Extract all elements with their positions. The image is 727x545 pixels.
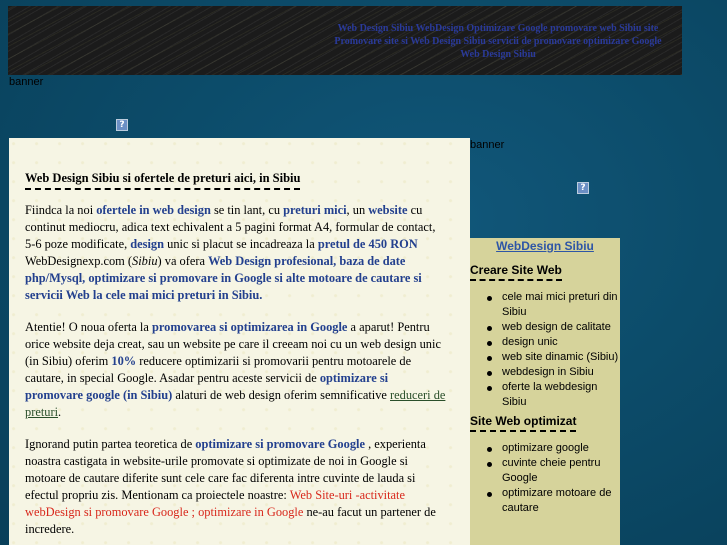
list-item: optimizare motoare de cautare	[487, 486, 620, 516]
link-web-design-offers[interactable]: ofertele in web design	[96, 203, 211, 217]
list-item: design unic	[487, 335, 620, 350]
link-optimization-google[interactable]: optimizare si promovare Google	[195, 437, 365, 451]
list-item: cuvinte cheie pentru Google	[487, 456, 620, 486]
paragraph-experience: Ignorand putin partea teoretica de optim…	[25, 436, 448, 538]
sidebar-list: cele mai mici preturi din Sibiu web desi…	[470, 290, 620, 410]
text: WebDesignexp.com (	[25, 254, 133, 268]
header-links: Web Design Sibiu WebDesign Optimizare Go…	[298, 22, 698, 61]
price-highlight: pretul de 450 RON	[317, 237, 418, 251]
broken-image-icon: ?	[577, 182, 589, 194]
text-italic: Sibiu	[132, 254, 158, 268]
text: Ignorand putin partea teoretica de	[25, 437, 196, 451]
paragraph-offer: Fiindca la noi ofertele in web design se…	[25, 202, 448, 304]
header-link-1[interactable]: Web Design Sibiu	[338, 23, 414, 34]
sidebar-heading: Creare Site Web	[470, 263, 562, 281]
sidebar-heading: Site Web optimizat	[470, 414, 577, 432]
sidebar-title-link[interactable]: WebDesign Sibiu	[470, 239, 620, 254]
page-title: Web Design Sibiu si ofertele de preturi …	[25, 170, 301, 190]
link-website[interactable]: website	[368, 203, 407, 217]
text: ) va ofera	[157, 254, 209, 268]
list-item: web design de calitate	[487, 320, 620, 335]
header-link-2[interactable]: WebDesign Optimizare Google promovare we…	[416, 23, 659, 34]
broken-image-icon: ?	[116, 119, 128, 131]
text: .	[58, 405, 62, 419]
sidebar-section-create: Creare Site Web cele mai mici preturi di…	[470, 263, 620, 410]
text: , un	[346, 203, 369, 217]
text: se tin lant, cu	[210, 203, 284, 217]
paragraph-promo: Atentie! O noua oferta la promovarea si …	[25, 319, 448, 421]
text: Fiindca la noi	[25, 203, 97, 217]
list-item: optimizare google	[487, 441, 620, 456]
sidebar: WebDesign Sibiu Creare Site Web cele mai…	[470, 238, 620, 545]
banner-alt-text-1: banner	[9, 76, 44, 88]
link-design[interactable]: design	[130, 237, 164, 251]
list-item: cele mai mici preturi din Sibiu	[487, 290, 620, 320]
text: alaturi de web design oferim semnificati…	[172, 388, 391, 402]
list-item: web site dinamic (Sibiu)	[487, 351, 619, 363]
header-link-4[interactable]: Web Design Sibiu	[460, 49, 536, 60]
link-low-prices[interactable]: preturi mici	[283, 203, 346, 217]
sidebar-list: optimizare google cuvinte cheie pentru G…	[470, 441, 620, 516]
link-google-promotion[interactable]: promovarea si optimizarea in Google	[152, 320, 347, 334]
sidebar-section-optimized: Site Web optimizat optimizare google cuv…	[470, 414, 620, 516]
text: unic si placut se incadreaza la	[164, 237, 318, 251]
header-link-3[interactable]: Promovare site si Web Design Sibiu servi…	[334, 36, 661, 47]
banner-alt-text-2: banner	[470, 139, 505, 151]
header-banner: Web Design Sibiu WebDesign Optimizare Go…	[8, 6, 682, 75]
list-item: oferte la webdesign Sibiu	[487, 380, 620, 410]
discount-highlight: 10%	[111, 354, 137, 368]
main-content: Web Design Sibiu si ofertele de preturi …	[9, 138, 470, 545]
list-item: webdesign in Sibiu	[487, 365, 620, 380]
text: Atentie! O noua oferta la	[25, 320, 152, 334]
